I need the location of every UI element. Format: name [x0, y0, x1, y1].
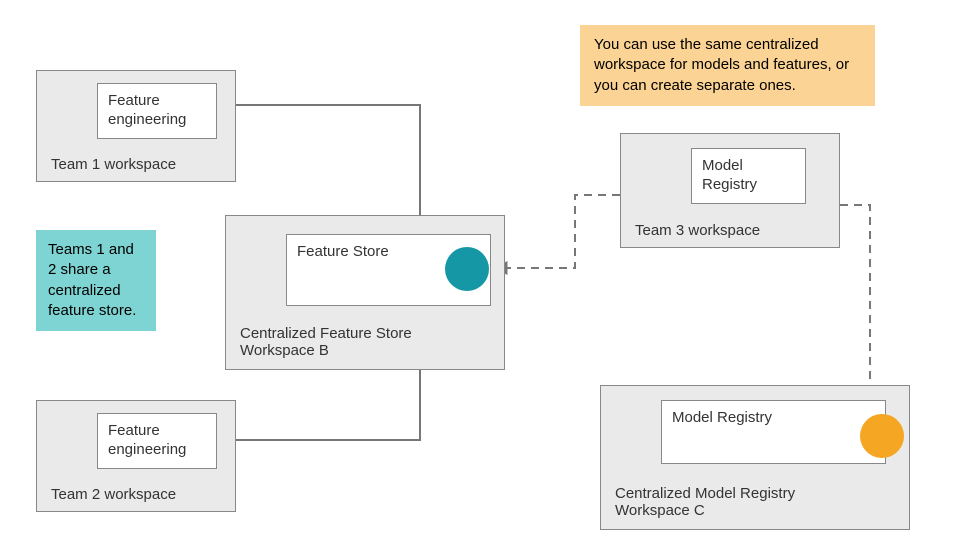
feature-store-workspace-box: Feature Store Centralized Feature Store … — [225, 215, 505, 370]
team3-label: Team 3 workspace — [635, 222, 825, 239]
note-orange: You can use the same centralized workspa… — [580, 25, 875, 106]
model-registry-inner-box: Model Registry — [661, 400, 886, 464]
arrow-team3-to-modelregistry — [840, 205, 870, 408]
model-registry-circle-icon — [860, 414, 904, 458]
team3-workspace-box: Model Registry Team 3 workspace — [620, 133, 840, 248]
team1-inner-label: Feature engineering — [108, 92, 186, 128]
note-teal: Teams 1 and 2 share a centralized featur… — [36, 230, 156, 331]
team3-inner-box: Model Registry — [691, 148, 806, 204]
arrow-team3-to-featurestore — [495, 195, 620, 268]
feature-store-label: Centralized Feature Store Workspace B — [240, 325, 490, 359]
model-registry-label: Centralized Model Registry Workspace C — [615, 485, 895, 519]
feature-store-inner-label: Feature Store — [297, 243, 389, 260]
note-teal-text: Teams 1 and 2 share a centralized featur… — [48, 241, 136, 319]
note-orange-text: You can use the same centralized workspa… — [594, 36, 849, 94]
model-registry-inner-label: Model Registry — [672, 409, 772, 426]
team1-inner-box: Feature engineering — [97, 83, 217, 139]
team1-label: Team 1 workspace — [51, 156, 221, 173]
team2-workspace-box: Feature engineering Team 2 workspace — [36, 400, 236, 512]
feature-store-circle-icon — [445, 247, 489, 291]
team1-workspace-box: Feature engineering Team 1 workspace — [36, 70, 236, 182]
team2-label: Team 2 workspace — [51, 486, 221, 503]
model-registry-workspace-box: Model Registry Centralized Model Registr… — [600, 385, 910, 530]
arrow-team1-to-featurestore — [215, 105, 420, 232]
team2-inner-label: Feature engineering — [108, 422, 186, 458]
team2-inner-box: Feature engineering — [97, 413, 217, 469]
team3-inner-label: Model Registry — [702, 157, 757, 193]
